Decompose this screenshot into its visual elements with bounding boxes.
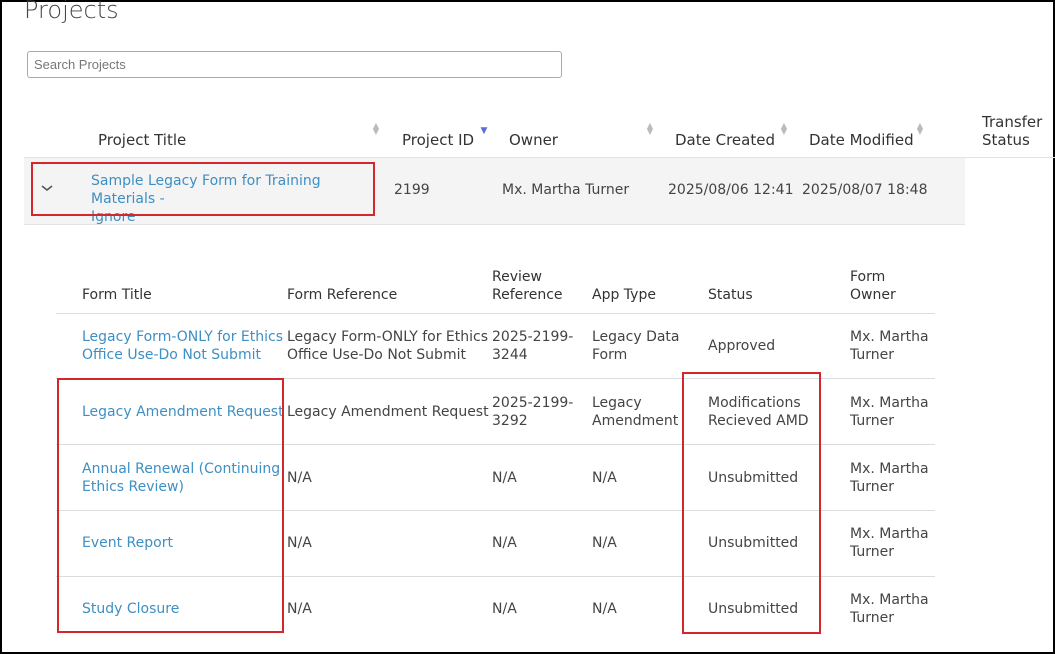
form-title-link[interactable]: Legacy Form-ONLY for Ethics Office Use-D… (82, 328, 283, 364)
app-type: N/A (592, 470, 617, 486)
form-owner: Mx. Martha Turner (850, 329, 929, 363)
form-reference: N/A (287, 535, 312, 551)
form-reference: Legacy Form-ONLY for Ethics Office Use-D… (287, 329, 488, 363)
col-header-transfer-status[interactable]: Transfer Status (982, 113, 1042, 149)
col-header-project-id[interactable]: Project ID (402, 131, 474, 149)
project-date-modified: 2025/08/07 18:48 (802, 182, 928, 198)
highlight-box (31, 162, 375, 216)
app-type: Legacy Data Form (592, 329, 680, 363)
sort-icon[interactable]: ▲ ▼ (915, 122, 925, 136)
review-reference: 2025-2199- 3292 (492, 395, 574, 429)
sort-icon[interactable]: ▲ ▼ (645, 122, 655, 136)
col-header-owner[interactable]: Owner (509, 131, 558, 149)
form-owner: Mx. Martha Turner (850, 461, 929, 495)
form-reference: Legacy Amendment Request (287, 404, 489, 420)
project-date-created: 2025/08/06 12:41 (668, 182, 794, 198)
sort-icon[interactable]: ▲ ▼ (779, 122, 789, 136)
status: Approved (708, 338, 776, 354)
review-reference: N/A (492, 601, 517, 617)
form-reference: N/A (287, 601, 312, 617)
col-header-form-owner: Form Owner (850, 269, 896, 303)
sort-desc-icon[interactable]: ▼ (479, 127, 489, 136)
col-header-review-reference: Review Reference (492, 269, 563, 303)
col-header-app-type: App Type (592, 287, 656, 303)
form-owner: Mx. Martha Turner (850, 526, 929, 560)
review-reference: N/A (492, 470, 517, 486)
form-owner: Mx. Martha Turner (850, 592, 929, 626)
sort-icon[interactable]: ▲ ▼ (371, 122, 381, 136)
search-input[interactable] (27, 51, 562, 78)
app-type: Legacy Amendment (592, 395, 679, 429)
project-id: 2199 (394, 182, 430, 198)
form-owner: Mx. Martha Turner (850, 395, 929, 429)
highlight-box (57, 378, 284, 633)
col-header-form-reference: Form Reference (287, 287, 398, 303)
divider (56, 313, 935, 314)
highlight-box (682, 372, 821, 634)
review-reference: N/A (492, 535, 517, 551)
page-title: Projects (24, 0, 119, 24)
app-type: N/A (592, 601, 617, 617)
project-owner: Mx. Martha Turner (502, 182, 630, 198)
review-reference: 2025-2199- 3244 (492, 329, 574, 363)
col-header-project-title[interactable]: Project Title (98, 131, 186, 149)
col-header-date-created[interactable]: Date Created (675, 131, 775, 149)
form-reference: N/A (287, 470, 312, 486)
col-header-form-title: Form Title (82, 287, 152, 303)
col-header-status: Status (708, 287, 753, 303)
app-type: N/A (592, 535, 617, 551)
col-header-date-modified[interactable]: Date Modified (809, 131, 914, 149)
